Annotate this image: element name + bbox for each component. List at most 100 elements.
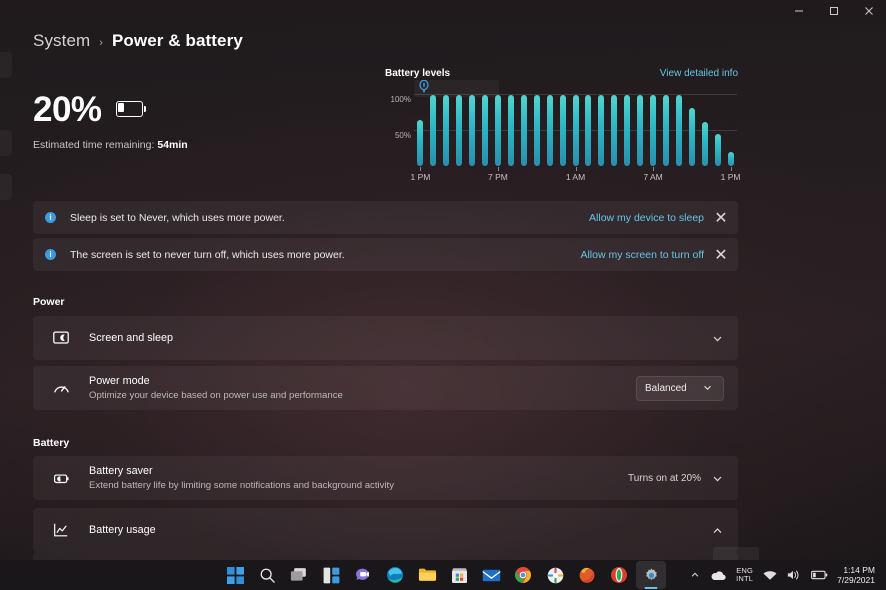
task-view-button[interactable] bbox=[284, 561, 314, 589]
banner-message: Sleep is set to Never, which uses more p… bbox=[70, 211, 285, 224]
power-mode-dropdown[interactable]: Balanced bbox=[636, 375, 724, 401]
chart-bar-slot bbox=[685, 88, 698, 166]
chart-bar-slot bbox=[556, 88, 569, 166]
banner-message: The screen is set to never turn off, whi… bbox=[70, 248, 345, 261]
chart-bar bbox=[456, 95, 463, 166]
chart-x-tick bbox=[420, 167, 422, 171]
slack-button[interactable] bbox=[540, 561, 570, 589]
screen-sleep-icon bbox=[33, 329, 89, 347]
settings-button[interactable] bbox=[636, 561, 666, 589]
chart-x-tick-label: 1 PM bbox=[410, 172, 431, 182]
notification-banner-screen: i The screen is set to never turn off, w… bbox=[33, 238, 738, 271]
battery-tray-icon[interactable] bbox=[806, 562, 833, 588]
battery-percent: 20% bbox=[33, 90, 102, 129]
breadcrumb-parent[interactable]: System bbox=[33, 31, 90, 51]
file-explorer-button[interactable] bbox=[412, 561, 442, 589]
chart-bar-slot bbox=[479, 88, 492, 166]
sidebar-item-partial-2[interactable] bbox=[0, 130, 12, 156]
chart-x-tick-label: 7 AM bbox=[643, 172, 663, 182]
view-detailed-info-link[interactable]: View detailed info bbox=[660, 68, 738, 79]
minimize-button[interactable] bbox=[781, 0, 816, 22]
mail-button[interactable] bbox=[476, 561, 506, 589]
chart-bar bbox=[443, 95, 450, 166]
chart-bar bbox=[520, 95, 527, 166]
setting-title: Battery saver bbox=[89, 465, 153, 477]
estimate-label: Estimated time remaining: bbox=[33, 139, 155, 151]
widgets-button[interactable] bbox=[316, 561, 346, 589]
chart-bar bbox=[650, 95, 657, 166]
chart-bar-slot bbox=[672, 88, 685, 166]
chart-x-axis-labels: 1 PM 7 PM 1 AM 7 AM 1 PM bbox=[410, 172, 741, 184]
chart-bar bbox=[688, 107, 695, 166]
chart-bar bbox=[624, 95, 631, 166]
chevron-down-icon[interactable] bbox=[711, 332, 724, 345]
battery-summary: 20% Estimated time remaining: 54min bbox=[33, 92, 188, 151]
chart-bar-slot bbox=[440, 88, 453, 166]
sidebar-item-partial-1[interactable] bbox=[0, 52, 12, 78]
opera-button[interactable] bbox=[604, 561, 634, 589]
breadcrumb: System › Power & battery bbox=[33, 31, 243, 51]
estimated-time-remaining: Estimated time remaining: 54min bbox=[33, 139, 188, 151]
chart-x-ticks bbox=[414, 167, 737, 171]
setting-subtitle: Optimize your device based on power use … bbox=[89, 390, 343, 401]
chart-bar bbox=[598, 95, 605, 166]
chart-bar-slot bbox=[711, 88, 724, 166]
chart-bar-slot bbox=[698, 88, 711, 166]
close-icon[interactable]: ✕ bbox=[704, 201, 738, 234]
sidebar-rail-clipped bbox=[0, 22, 14, 560]
chart-x-tick-label: 1 PM bbox=[720, 172, 741, 182]
volume-icon[interactable] bbox=[782, 562, 806, 588]
chart-bar-slot bbox=[582, 88, 595, 166]
chart-bar bbox=[559, 95, 566, 166]
chevron-down-icon[interactable] bbox=[711, 472, 724, 485]
setting-subtitle: Extend battery life by limiting some not… bbox=[89, 480, 395, 491]
chart-bar bbox=[572, 95, 579, 166]
chart-bar-slot bbox=[724, 88, 737, 166]
chrome-button[interactable] bbox=[508, 561, 538, 589]
chart-bar bbox=[507, 95, 514, 166]
chart-bar-slot bbox=[466, 88, 479, 166]
chart-bar-slot bbox=[647, 88, 660, 166]
chart-bar-slot bbox=[543, 88, 556, 166]
onedrive-icon[interactable] bbox=[705, 562, 731, 588]
start-button[interactable] bbox=[220, 561, 250, 589]
tray-overflow-button[interactable] bbox=[685, 562, 705, 588]
chart-bar bbox=[546, 95, 553, 166]
chart-bar-slot bbox=[634, 88, 647, 166]
firefox-button[interactable] bbox=[572, 561, 602, 589]
chart-x-tick bbox=[653, 167, 655, 171]
close-icon[interactable]: ✕ bbox=[704, 238, 738, 271]
settings-window: System › Power & battery 20% Estimated t… bbox=[0, 0, 886, 590]
microsoft-store-button[interactable] bbox=[444, 561, 474, 589]
battery-level-icon bbox=[115, 101, 147, 118]
chart-bar bbox=[675, 95, 682, 166]
chart-bar bbox=[533, 95, 540, 166]
allow-device-to-sleep-link[interactable]: Allow my device to sleep bbox=[589, 212, 704, 224]
setting-row-battery-usage[interactable]: Battery usage bbox=[33, 508, 738, 552]
chevron-up-icon[interactable] bbox=[711, 524, 724, 537]
breadcrumb-separator-icon: › bbox=[99, 37, 103, 49]
estimate-value: 54min bbox=[157, 139, 188, 151]
language-indicator[interactable]: ENG INTL bbox=[731, 562, 758, 588]
close-button[interactable] bbox=[851, 0, 886, 22]
maximize-button[interactable] bbox=[816, 0, 851, 22]
teams-chat-button[interactable] bbox=[348, 561, 378, 589]
chart-bar bbox=[494, 95, 501, 166]
search-button[interactable] bbox=[252, 561, 282, 589]
chart-bar-slot bbox=[427, 88, 440, 166]
setting-title: Screen and sleep bbox=[89, 332, 174, 344]
title-bar bbox=[0, 0, 886, 22]
setting-row-screen-and-sleep[interactable]: Screen and sleep bbox=[33, 316, 738, 360]
allow-screen-to-turn-off-link[interactable]: Allow my screen to turn off bbox=[580, 249, 704, 261]
chart-bar-slot bbox=[660, 88, 673, 166]
edge-button[interactable] bbox=[380, 561, 410, 589]
setting-row-battery-saver[interactable]: Battery saver Extend battery life by lim… bbox=[33, 456, 738, 500]
sidebar-item-partial-3[interactable] bbox=[0, 174, 12, 200]
network-icon[interactable] bbox=[758, 562, 782, 588]
chart-x-tick bbox=[575, 167, 577, 171]
setting-row-power-mode[interactable]: Power mode Optimize your device based on… bbox=[33, 366, 738, 410]
chevron-down-icon bbox=[702, 382, 715, 395]
taskbar: ENG INTL 1:14 PM 7/29/2021 bbox=[0, 560, 886, 590]
chart-bar-slot bbox=[453, 88, 466, 166]
clock[interactable]: 1:14 PM 7/29/2021 bbox=[833, 565, 882, 585]
